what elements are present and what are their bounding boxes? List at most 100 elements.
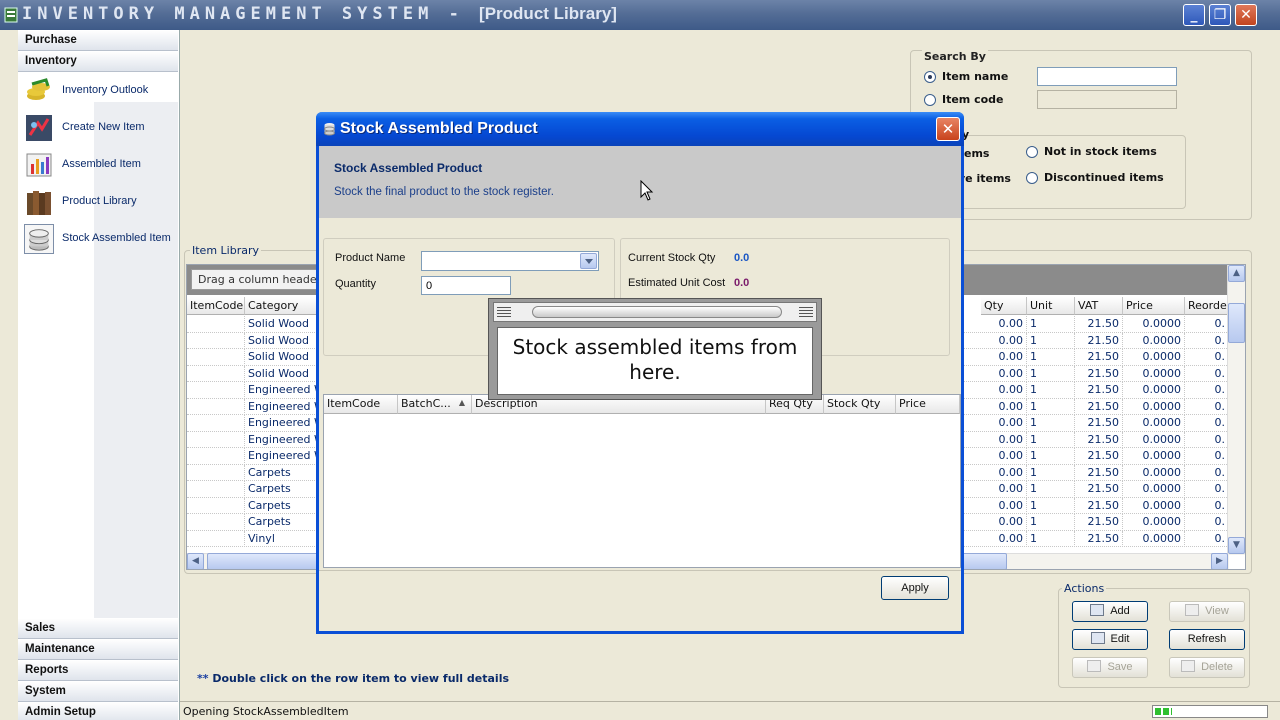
chevron-left-icon: ◀ [192, 556, 199, 566]
estimated-unit-cost-value: 0.0 [734, 277, 750, 289]
sidebar-item-label: Stock Assembled Item [62, 232, 171, 244]
col-header-itemcode[interactable]: ItemCode [187, 297, 245, 315]
dlg-col-stockqty[interactable]: Stock Qty [824, 395, 896, 414]
search-item-code-radio[interactable] [924, 94, 936, 106]
col-header-qty[interactable]: Qty [981, 297, 1027, 315]
scroll-up-button[interactable]: ▲ [1228, 265, 1245, 282]
window-title: INVENTORY MANAGEMENT SYSTEM - [Product L… [22, 4, 617, 24]
search-item-name-input[interactable] [1037, 67, 1177, 86]
filter-option-partial-2[interactable]: ve items [958, 172, 1011, 185]
cell-reorder: 0. [1185, 349, 1229, 366]
delete-button[interactable]: Delete [1169, 657, 1245, 678]
delete-icon [1181, 660, 1196, 672]
cell-qty: 0.00 [981, 497, 1027, 514]
cell-unit: 1 [1027, 448, 1075, 465]
estimated-unit-cost-label: Estimated Unit Cost [628, 277, 726, 289]
cell-category: Solid Wood [245, 332, 321, 349]
col-header-price[interactable]: Price [1123, 297, 1185, 315]
sidebar-item-label: Create New Item [62, 121, 145, 133]
dlg-col-itemcode[interactable]: ItemCode [324, 395, 398, 414]
apply-button[interactable]: Apply [881, 576, 949, 600]
cell-price: 0.0000 [1123, 365, 1185, 382]
restore-button[interactable]: ❐ [1209, 4, 1231, 26]
scroll-down-button[interactable]: ▼ [1228, 537, 1245, 554]
cell-itemcode [187, 530, 245, 547]
sidebar-item-product-library[interactable]: Product Library [22, 185, 176, 219]
edit-button-label: Edit [1110, 633, 1130, 645]
cell-itemcode [187, 349, 245, 366]
filter-discontinued-radio[interactable] [1026, 172, 1038, 184]
refresh-button[interactable]: Refresh [1169, 629, 1245, 650]
status-progress-bar [1152, 705, 1268, 718]
nav-section-system[interactable]: System [18, 681, 178, 702]
callout-title-bar [493, 302, 817, 322]
product-name-label: Product Name [335, 252, 406, 264]
assembly-components-grid[interactable]: ItemCode BatchC... ▲ Description Req Qty … [323, 394, 961, 568]
nav-section-purchase[interactable]: Purchase [18, 30, 178, 51]
scroll-left-button[interactable]: ◀ [187, 553, 204, 569]
cell-qty: 0.00 [981, 398, 1027, 415]
cell-vat: 21.50 [1075, 481, 1123, 498]
actions-legend: Actions [1062, 582, 1107, 595]
view-button[interactable]: View [1169, 601, 1245, 622]
add-button-label: Add [1110, 605, 1130, 617]
scroll-thumb[interactable] [1228, 303, 1245, 343]
col-header-unit[interactable]: Unit [1027, 297, 1075, 315]
nav-section-maintenance[interactable]: Maintenance [18, 639, 178, 660]
hint-stars: ** [197, 672, 209, 685]
delete-button-label: Delete [1201, 661, 1233, 673]
sidebar-item-inventory-outlook[interactable]: Inventory Outlook [22, 74, 176, 108]
cell-itemcode [187, 448, 245, 465]
sidebar-nav: Purchase Inventory Inventory Outlook Cre… [18, 30, 180, 720]
dlg-col-batchcode[interactable]: BatchC... ▲ [398, 395, 472, 414]
minimize-button[interactable]: _ [1183, 4, 1205, 26]
nav-section-sales[interactable]: Sales [18, 618, 178, 639]
close-window-button[interactable]: ✕ [1235, 4, 1257, 26]
chevron-down-icon: ▼ [1233, 540, 1240, 550]
nav-section-admin-setup[interactable]: Admin Setup [18, 702, 178, 720]
sidebar-item-stock-assembled-item[interactable]: Stock Assembled Item [22, 222, 176, 256]
cell-itemcode [187, 497, 245, 514]
filter-not-in-stock-radio[interactable] [1026, 146, 1038, 158]
search-item-code-input[interactable] [1037, 90, 1177, 109]
dialog-close-button[interactable]: ✕ [936, 117, 960, 141]
nav-section-reports[interactable]: Reports [18, 660, 178, 681]
search-item-code-label: Item code [942, 93, 1004, 106]
cell-qty: 0.00 [981, 530, 1027, 547]
save-button[interactable]: Save [1072, 657, 1148, 678]
cell-category: Solid Wood [245, 316, 321, 333]
cell-itemcode [187, 514, 245, 531]
quantity-input[interactable] [421, 276, 511, 295]
status-bar: Opening StockAssembledItem [180, 701, 1280, 720]
cell-price: 0.0000 [1123, 398, 1185, 415]
add-button[interactable]: Add [1072, 601, 1148, 622]
cell-unit: 1 [1027, 431, 1075, 448]
sidebar-item-assembled-item[interactable]: Assembled Item [22, 148, 176, 182]
nav-section-inventory[interactable]: Inventory [18, 51, 178, 72]
refresh-button-label: Refresh [1187, 633, 1227, 645]
filter-option-partial-1[interactable]: ems [964, 147, 989, 160]
col-header-category[interactable]: Category [245, 297, 321, 315]
cell-qty: 0.00 [981, 349, 1027, 366]
current-stock-label: Current Stock Qty [628, 252, 716, 264]
col-header-reorder[interactable]: Reorder. [1185, 297, 1234, 315]
dlg-col-price[interactable]: Price [896, 395, 960, 414]
scroll-right-button[interactable]: ▶ [1211, 553, 1228, 569]
window-title-sub: [Product Library] [479, 4, 617, 23]
cell-itemcode [187, 415, 245, 432]
chevron-down-icon[interactable] [580, 253, 597, 269]
status-text: Opening StockAssembledItem [183, 705, 349, 718]
col-header-vat[interactable]: VAT [1075, 297, 1123, 315]
cell-category: Carpets [245, 464, 321, 481]
cell-vat: 21.50 [1075, 497, 1123, 514]
assembled-item-icon [26, 153, 52, 177]
grid-vertical-scrollbar[interactable]: ▲ ▼ [1227, 265, 1245, 555]
search-item-name-radio[interactable] [924, 71, 936, 83]
edit-button[interactable]: Edit [1072, 629, 1148, 650]
product-name-combo[interactable] [421, 251, 599, 271]
dialog-banner-title: Stock Assembled Product [334, 161, 483, 175]
cell-reorder: 0. [1185, 332, 1229, 349]
sidebar-item-create-new-item[interactable]: Create New Item [22, 111, 176, 145]
cell-unit: 1 [1027, 365, 1075, 382]
dialog-title-bar[interactable]: Stock Assembled Product ✕ [316, 112, 964, 146]
